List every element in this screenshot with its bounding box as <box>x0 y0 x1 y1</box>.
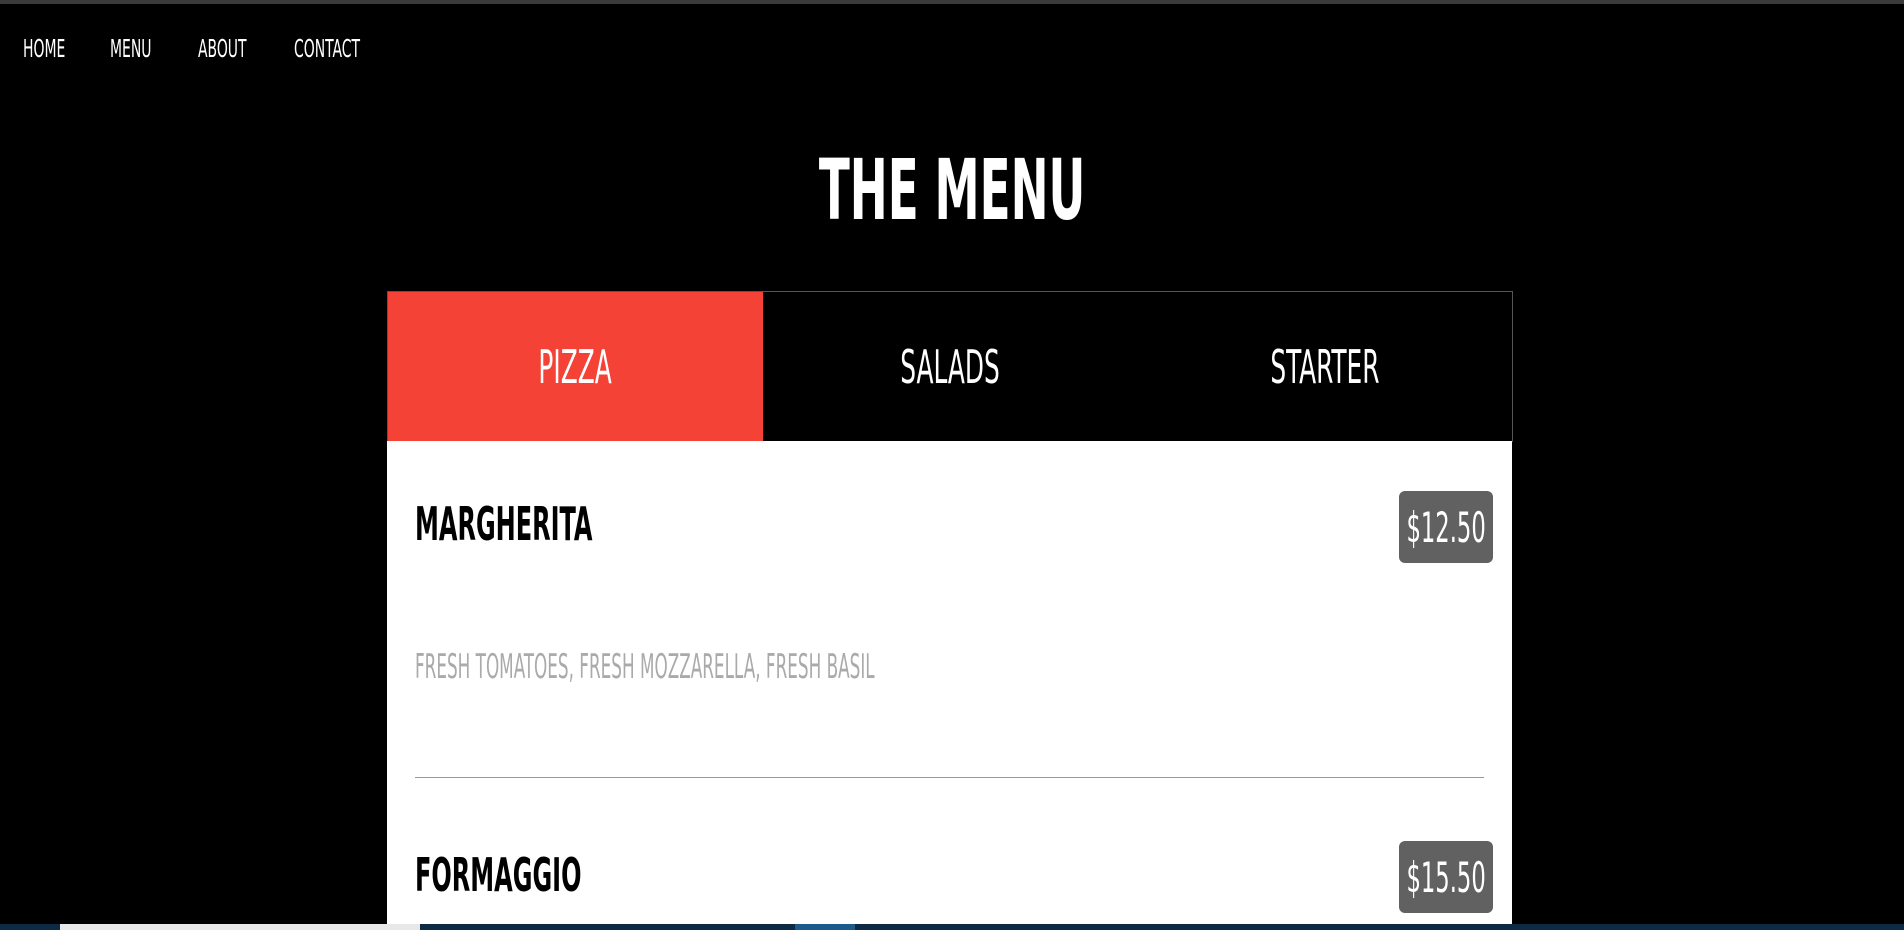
menu-item-list: MARGHERITA $12.50 FRESH TOMATOES, FRESH … <box>387 441 1512 930</box>
menu-item-name: MARGHERITA <box>415 497 593 551</box>
page-title: THE MENU <box>0 140 1904 240</box>
nav-about-link[interactable]: ABOUT <box>198 34 247 63</box>
os-taskbar <box>0 924 1904 930</box>
item-divider <box>415 777 1484 778</box>
price-text: $15.50 <box>1406 852 1486 902</box>
tab-pizza[interactable]: PIZZA <box>388 292 763 441</box>
menu-category-tabs: PIZZA SALADS STARTER <box>387 291 1513 442</box>
price-badge: $15.50 <box>1399 841 1493 913</box>
tab-pizza-label: PIZZA <box>538 339 612 394</box>
nav-menu-link[interactable]: MENU <box>110 34 151 63</box>
top-navigation: HOME MENU ABOUT CONTACT <box>0 4 1890 90</box>
page-title-text: THE MENU <box>818 141 1086 239</box>
price-badge: $12.50 <box>1399 491 1493 563</box>
taskbar-window-button[interactable] <box>60 924 420 930</box>
nav-contact-link[interactable]: CONTACT <box>294 34 360 63</box>
tab-starter[interactable]: STARTER <box>1137 292 1512 441</box>
nav-home-link[interactable]: HOME <box>23 34 65 63</box>
menu-item-name: FORMAGGIO <box>415 848 582 902</box>
tab-salads[interactable]: SALADS <box>763 292 1138 441</box>
tab-salads-label: SALADS <box>900 339 1000 394</box>
tab-starter-label: STARTER <box>1270 339 1380 394</box>
taskbar-app-button[interactable] <box>795 924 855 930</box>
price-text: $12.50 <box>1406 502 1486 552</box>
menu-item-description: FRESH TOMATOES, FRESH MOZZARELLA, FRESH … <box>415 647 875 687</box>
